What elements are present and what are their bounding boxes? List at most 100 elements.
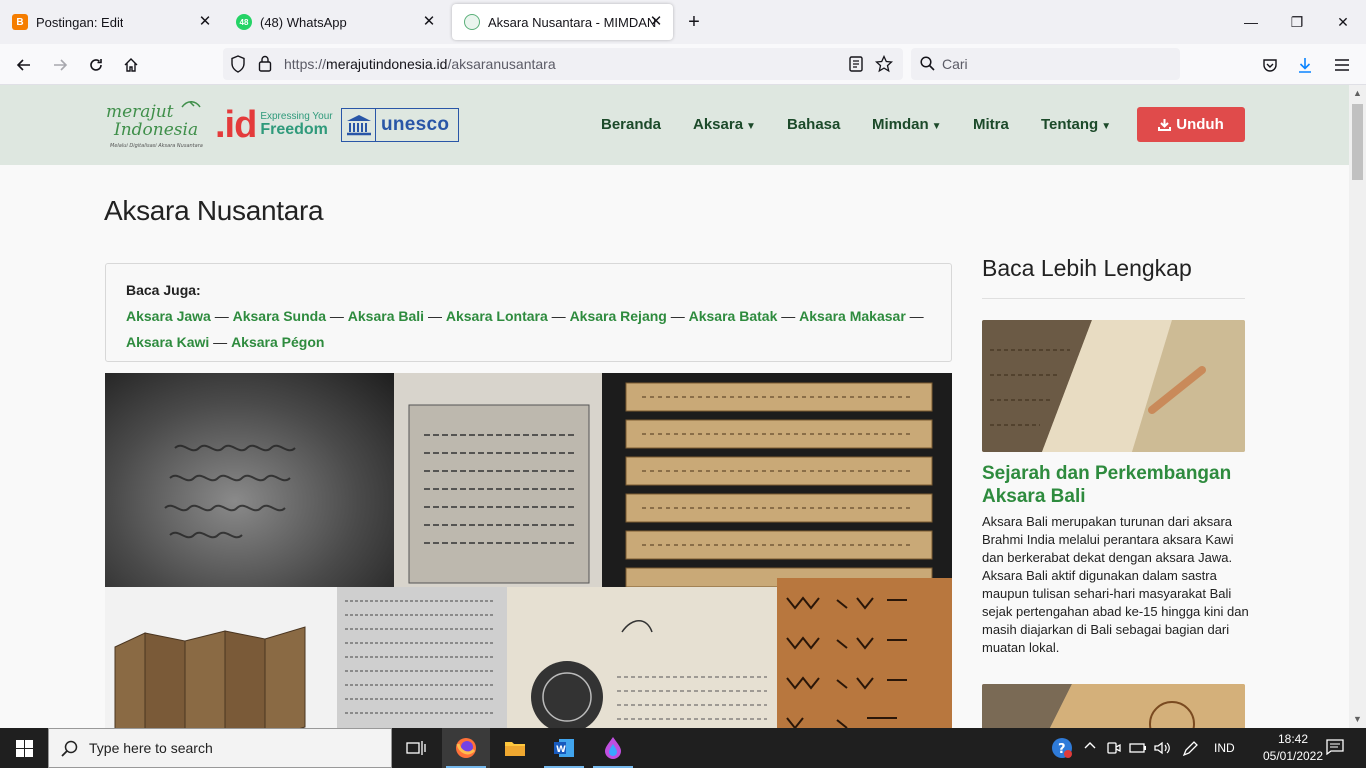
tab-aksara-nusantara[interactable]: Aksara Nusantara - MIMDAN ✕ <box>452 4 673 40</box>
close-tab-icon[interactable]: ✕ <box>647 13 665 31</box>
separator: — <box>670 308 685 324</box>
scroll-up-icon[interactable]: ▲ <box>1349 85 1366 102</box>
close-window-icon[interactable]: ✕ <box>1320 0 1366 44</box>
unesco-text: unesco <box>381 114 450 135</box>
bookmark-star-icon[interactable] <box>874 54 894 78</box>
close-tab-icon[interactable]: ✕ <box>196 13 214 31</box>
pegon-letter-image <box>507 587 777 728</box>
download-label: Unduh <box>1176 116 1224 133</box>
shield-icon[interactable] <box>230 55 246 78</box>
site-header: merajut Indonesia Melalui Digitalisasi A… <box>0 85 1349 165</box>
new-tab-icon[interactable]: + <box>684 12 704 32</box>
notifications-icon[interactable] <box>1326 739 1344 758</box>
baca-juga-label: Baca Juga: <box>126 282 201 298</box>
url-text: https://merajutindonesia.id/aksaranusant… <box>284 56 556 72</box>
dot-id-logo[interactable]: .id Expressing Your Freedom <box>215 104 333 146</box>
reload-icon[interactable] <box>83 52 109 78</box>
separator: — <box>781 308 796 324</box>
pen-icon[interactable] <box>1181 740 1199 761</box>
task-view-icon[interactable] <box>392 728 440 768</box>
sidebar-divider <box>982 298 1245 299</box>
tagline-line2: Freedom <box>260 121 328 138</box>
tab-postingan-edit[interactable]: B Postingan: Edit ✕ <box>0 4 222 40</box>
search-icon <box>61 740 78 762</box>
word-icon[interactable]: W <box>540 728 588 768</box>
menu-mimdan[interactable]: Mimdan ▼ <box>872 116 942 133</box>
menu-label: Mimdan <box>872 116 929 133</box>
search-placeholder: Cari <box>942 56 968 72</box>
link-aksara-sunda[interactable]: Aksara Sunda <box>233 308 326 324</box>
firefox-icon[interactable] <box>442 728 490 768</box>
meet-now-icon[interactable] <box>1106 740 1122 759</box>
link-aksara-jawa[interactable]: Aksara Jawa <box>126 308 211 324</box>
svg-text:W: W <box>556 745 566 755</box>
url-host: merajutindonesia.id <box>326 56 448 72</box>
address-bar[interactable]: https://merajutindonesia.id/aksaranusant… <box>223 48 903 80</box>
separator: — <box>551 308 566 324</box>
unesco-temple-icon <box>342 109 376 141</box>
separator: — <box>909 308 924 324</box>
caret-down-icon: ▼ <box>1101 121 1112 132</box>
lock-icon[interactable] <box>258 55 272 77</box>
article-title-link[interactable]: Sejarah dan Perkembangan Aksara Bali <box>982 462 1252 508</box>
link-aksara-rejang[interactable]: Aksara Rejang <box>570 308 667 324</box>
blogger-icon: B <box>12 14 28 30</box>
tab-whatsapp[interactable]: 48 (48) WhatsApp ✕ <box>224 4 446 40</box>
taskbar-clock[interactable]: 18:42 05/01/2022 <box>1262 731 1324 765</box>
article-thumbnail-image[interactable] <box>982 320 1245 452</box>
link-aksara-kawi[interactable]: Aksara Kawi <box>126 334 209 350</box>
menu-hamburger-icon[interactable] <box>1329 52 1355 78</box>
clock-date: 05/01/2022 <box>1262 749 1324 763</box>
windows-taskbar: Type here to search W ? IND 18:42 05/01/… <box>0 728 1366 768</box>
volume-icon[interactable] <box>1153 740 1171 759</box>
unesco-logo[interactable]: unesco <box>341 108 459 142</box>
home-icon[interactable] <box>118 52 144 78</box>
scrollbar-thumb[interactable] <box>1352 104 1363 180</box>
help-icon[interactable]: ? <box>1051 737 1073 762</box>
link-aksara-batak[interactable]: Aksara Batak <box>689 308 778 324</box>
download-button[interactable]: Unduh <box>1137 107 1245 142</box>
tray-expand-icon[interactable] <box>1084 740 1096 755</box>
url-path: /aksaranusantara <box>447 56 556 72</box>
browser-toolbar: https://merajutindonesia.id/aksaranusant… <box>0 44 1366 85</box>
url-prefix: https:// <box>284 56 327 72</box>
restore-icon[interactable]: ❐ <box>1274 0 1320 44</box>
battery-icon[interactable] <box>1129 740 1147 759</box>
downloads-icon[interactable] <box>1292 52 1318 78</box>
close-tab-icon[interactable]: ✕ <box>420 13 438 31</box>
link-aksara-makasar[interactable]: Aksara Makasar <box>799 308 906 324</box>
tab-title: Postingan: Edit <box>36 14 124 30</box>
page-scrollbar[interactable]: ▲ ▼ <box>1349 85 1366 728</box>
link-aksara-bali[interactable]: Aksara Bali <box>348 308 424 324</box>
separator: — <box>214 308 229 324</box>
menu-aksara[interactable]: Aksara ▼ <box>693 116 756 133</box>
browser-tab-strip: B Postingan: Edit ✕ 48 (48) WhatsApp ✕ A… <box>0 0 1366 44</box>
reader-view-icon[interactable] <box>849 56 863 77</box>
menu-bahasa[interactable]: Bahasa <box>787 116 840 133</box>
clock-time: 18:42 <box>1277 732 1309 746</box>
forward-icon[interactable] <box>47 52 73 78</box>
link-aksara-pegon[interactable]: Aksara Pégon <box>231 334 324 350</box>
merajut-indonesia-logo[interactable]: merajut Indonesia Melalui Digitalisasi A… <box>104 99 212 151</box>
taskbar-search-box[interactable]: Type here to search <box>48 728 392 768</box>
menu-tentang[interactable]: Tentang ▼ <box>1041 116 1111 133</box>
file-explorer-icon[interactable] <box>491 728 539 768</box>
logo-caption: Melalui Digitalisasi Aksara Nusantara <box>110 143 203 149</box>
menu-beranda[interactable]: Beranda <box>601 116 661 133</box>
windows-start-icon[interactable] <box>0 728 48 768</box>
scroll-down-icon[interactable]: ▼ <box>1349 711 1366 728</box>
menu-label: Aksara <box>693 116 744 133</box>
language-indicator[interactable]: IND <box>1214 741 1235 755</box>
edge-drop-icon[interactable] <box>589 728 637 768</box>
menu-mitra[interactable]: Mitra <box>973 116 1009 133</box>
folded-book-image <box>105 587 337 728</box>
separator: — <box>329 308 344 324</box>
search-bar[interactable]: Cari <box>911 48 1180 80</box>
back-icon[interactable] <box>11 52 37 78</box>
download-icon <box>1158 118 1172 131</box>
page-title: Aksara Nusantara <box>104 195 324 226</box>
second-article-thumbnail-image[interactable] <box>982 684 1245 728</box>
pocket-icon[interactable] <box>1257 52 1283 78</box>
link-aksara-lontara[interactable]: Aksara Lontara <box>446 308 548 324</box>
minimize-icon[interactable]: — <box>1228 0 1274 44</box>
